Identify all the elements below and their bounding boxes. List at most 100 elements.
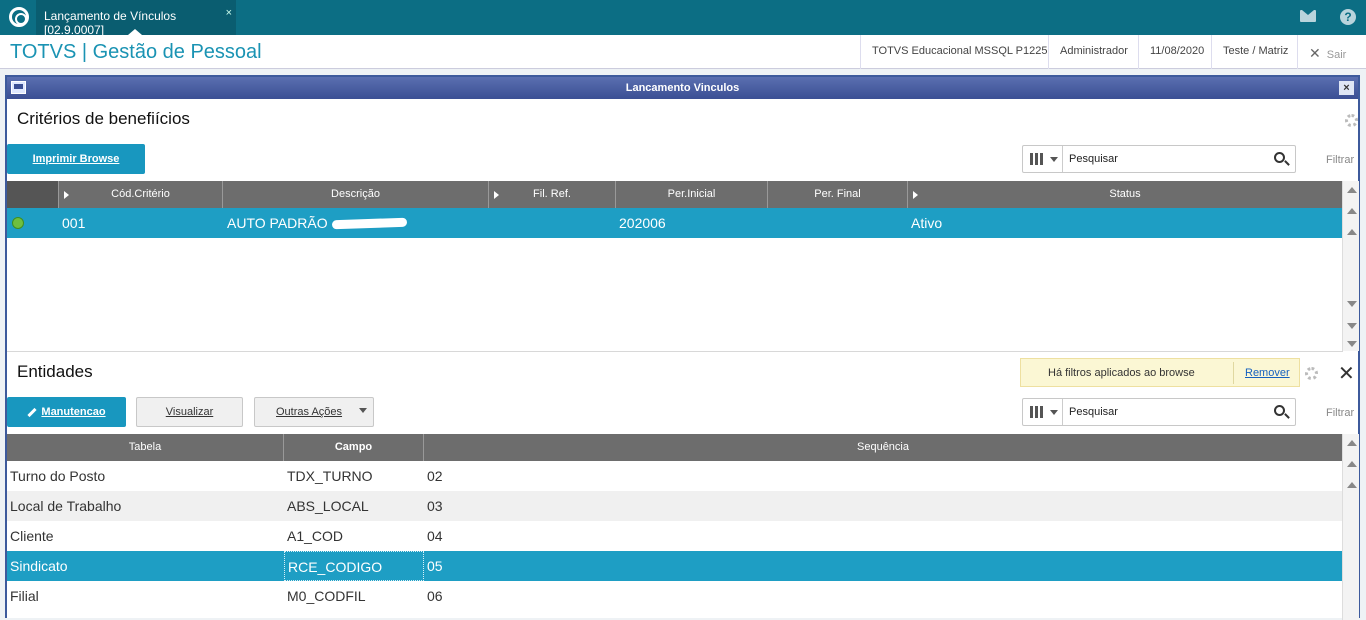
header-per-final[interactable]: Per. Final (768, 181, 908, 208)
scroll-up-icon[interactable] (1347, 208, 1357, 214)
header-legend-col[interactable] (7, 181, 59, 208)
cell-sequencia: 06 (427, 588, 443, 604)
criterios-search-input[interactable]: Pesquisar (1069, 153, 1118, 165)
imprimir-browse-button[interactable]: Imprimir Browse (7, 144, 145, 174)
cell-tabela: Filial (10, 588, 39, 604)
cell-tabela: Turno do Posto (10, 468, 106, 484)
tab-close-icon[interactable]: × (226, 7, 232, 19)
visualizar-button[interactable]: Visualizar (136, 397, 243, 427)
mail-icon[interactable] (1300, 10, 1316, 22)
scroll-top-icon[interactable] (1347, 187, 1357, 193)
header-label: Descrição (331, 188, 380, 200)
header-per-inicial[interactable]: Per.Inicial (616, 181, 768, 208)
header-fil-ref[interactable]: Fil. Ref. (489, 181, 616, 208)
entidades-scrollbar[interactable] (1342, 434, 1359, 620)
table-row[interactable]: Filial M0_CODFIL 06 (7, 581, 1342, 611)
columns-icon[interactable] (1023, 146, 1063, 172)
criterios-scrollbar[interactable] (1342, 181, 1359, 351)
redaction-mark (331, 217, 408, 230)
criterios-search[interactable]: Pesquisar (1022, 145, 1296, 173)
imprimir-browse-label: Imprimir Browse (32, 153, 120, 165)
cell-campo: ABS_LOCAL (287, 498, 369, 514)
cell-campo: M0_CODFIL (287, 588, 366, 604)
manutencao-button[interactable]: Manutencao (7, 397, 126, 427)
header-descricao[interactable]: Descrição (223, 181, 489, 208)
cell-status: Ativo (911, 215, 943, 231)
window-icon (11, 81, 26, 94)
window-lancamento-vinculos: Lancamento Vinculos × Critérios de benef… (5, 75, 1360, 620)
table-row[interactable]: Turno do Posto TDX_TURNO 02 (7, 461, 1342, 491)
cell-sequencia: 03 (427, 498, 443, 514)
remove-filter-link[interactable]: Remover (1245, 367, 1290, 379)
scroll-up-icon[interactable] (1347, 461, 1357, 467)
scroll-pageup-icon[interactable] (1347, 229, 1357, 235)
table-row[interactable]: Local de Trabalho ABS_LOCAL 03 (7, 491, 1342, 521)
window-titlebar: Lancamento Vinculos × (7, 77, 1358, 99)
table-row-selected[interactable]: Sindicato RCE_CODIGO 05 (7, 551, 1342, 581)
window-close-button[interactable]: × (1339, 81, 1354, 95)
cell-tabela: Cliente (10, 528, 54, 544)
filter-notice: Há filtros aplicados ao browse Remover (1020, 358, 1300, 387)
header-label: Campo (334, 441, 373, 453)
help-icon[interactable]: ? (1340, 9, 1356, 25)
header-cod-criterio[interactable]: Cód.Critério (59, 181, 223, 208)
visualizar-label: Visualizar (165, 406, 214, 418)
sort-arrow-icon (913, 191, 918, 199)
logout-label: Sair (1326, 49, 1347, 61)
user-label: Administrador (1048, 35, 1138, 69)
cell-campo: TDX_TURNO (287, 468, 373, 484)
cell-descricao: AUTO PADRÃO (227, 215, 328, 231)
scroll-pageup-icon[interactable] (1347, 482, 1357, 488)
header-label: Fil. Ref. (533, 188, 571, 200)
header-label: Status (1109, 188, 1141, 200)
search-icon[interactable] (1274, 152, 1285, 163)
entidades-gear-icon[interactable] (1305, 367, 1318, 380)
header-label: Tabela (128, 441, 162, 453)
header-label: Per. Final (814, 188, 861, 200)
header-label: Per.Inicial (667, 188, 716, 200)
header-sequencia[interactable]: Sequência (424, 434, 1342, 461)
top-bar: Lançamento de Vínculos [02.9.0007] × ? (0, 0, 1366, 37)
header-campo[interactable]: Campo (284, 434, 424, 461)
environment-label: TOTVS Educacional MSSQL P1225 (860, 35, 1048, 69)
scroll-bottom-icon[interactable] (1347, 341, 1357, 347)
pencil-icon (27, 407, 38, 417)
entidades-search-input[interactable]: Pesquisar (1069, 406, 1118, 418)
cell-campo: A1_COD (287, 528, 344, 544)
criterios-gear-icon[interactable] (1345, 114, 1358, 127)
header-status[interactable]: Status (908, 181, 1342, 208)
close-icon[interactable]: ✕ (1338, 361, 1355, 386)
criterios-filter-button[interactable]: Filtrar (1326, 154, 1354, 166)
scroll-down-icon[interactable] (1347, 323, 1357, 329)
totvs-logo-icon[interactable] (9, 7, 29, 27)
cell-sequencia: 05 (427, 558, 443, 574)
table-row[interactable]: Cliente A1_COD 04 (7, 521, 1342, 551)
search-icon[interactable] (1274, 405, 1285, 416)
tab-label: Lançamento de Vínculos [02.9.0007] (44, 9, 177, 37)
header-tabela[interactable]: Tabela (7, 434, 284, 461)
cell-tabela: Sindicato (10, 558, 68, 574)
entidades-title: Entidades (17, 362, 93, 381)
cell-tabela: Local de Trabalho (10, 498, 122, 514)
header-label: Cód.Critério (111, 188, 170, 200)
columns-icon[interactable] (1023, 399, 1063, 425)
outras-acoes-label: Outras Ações (276, 406, 343, 418)
branch-label[interactable]: Teste / Matriz (1211, 35, 1297, 69)
cell-sequencia: 04 (427, 528, 443, 544)
outras-acoes-dropdown[interactable]: Outras Ações (254, 397, 374, 427)
app-title: TOTVS | Gestão de Pessoal (10, 41, 262, 63)
entidades-search[interactable]: Pesquisar (1022, 398, 1296, 426)
entidades-filter-button[interactable]: Filtrar (1326, 407, 1354, 419)
logout-button[interactable]: ✕ Sair (1297, 35, 1366, 69)
filter-notice-text: Há filtros aplicados ao browse (1048, 367, 1195, 379)
status-legend-icon (12, 217, 24, 229)
cell-per-inicial: 202006 (619, 215, 666, 231)
entidades-table-header: Tabela Campo Sequência (7, 434, 1342, 461)
scroll-top-icon[interactable] (1347, 440, 1357, 446)
cell-sequencia: 02 (427, 468, 443, 484)
cell-codigo: 001 (62, 215, 86, 231)
cell-campo-focused[interactable]: RCE_CODIGO (284, 551, 424, 581)
criterios-title: Critérios de benefiícios (17, 109, 190, 128)
scroll-pagedown-icon[interactable] (1347, 301, 1357, 307)
table-row[interactable]: 001 AUTO PADRÃO 202006 Ativo (7, 208, 1342, 238)
